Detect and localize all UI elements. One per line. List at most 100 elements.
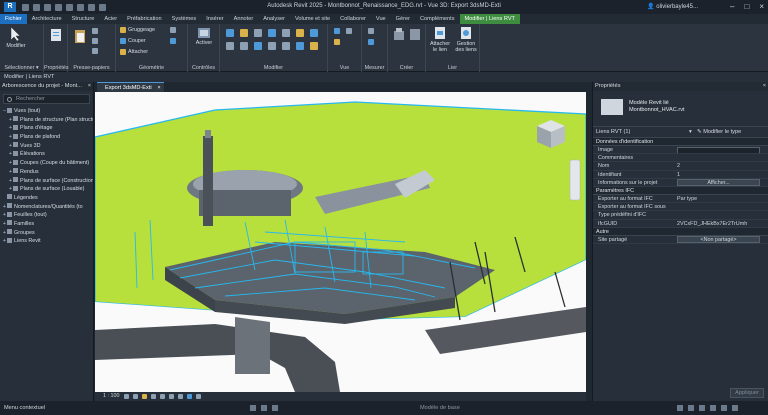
- activate-button[interactable]: Activer: [192, 27, 216, 46]
- copy-icon[interactable]: [296, 29, 304, 37]
- property-value[interactable]: <Non partagé>: [677, 236, 760, 243]
- tree-node[interactable]: + Coupes (Coupe du bâtiment): [2, 159, 93, 168]
- tree-node[interactable]: − Vues (tout): [2, 107, 93, 116]
- instance-filter[interactable]: Liens RVT (1): [596, 129, 630, 135]
- close-icon[interactable]: ×: [763, 82, 766, 91]
- move-icon[interactable]: [282, 29, 290, 37]
- unpin-icon[interactable]: [296, 42, 304, 50]
- crop-view-icon[interactable]: [168, 394, 174, 399]
- tab-12[interactable]: Gérer: [391, 14, 415, 24]
- close-icon[interactable]: ×: [88, 82, 91, 91]
- tree-node[interactable]: + Plans de structure (Plan structu: [2, 116, 93, 125]
- temporary-hide-icon[interactable]: [195, 394, 201, 399]
- tree-node[interactable]: + Familles: [2, 220, 93, 229]
- property-value[interactable]: Par type: [677, 195, 760, 202]
- geometry-extra-1[interactable]: [170, 27, 176, 33]
- tab-7[interactable]: Annoter: [229, 14, 259, 24]
- tab-14[interactable]: Modifier | Liens RVT: [459, 14, 520, 24]
- tree-node[interactable]: + Feuilles (tout): [2, 211, 93, 220]
- copy-button[interactable]: [92, 28, 98, 34]
- mirror-line-icon[interactable]: [268, 29, 276, 37]
- array-icon[interactable]: [254, 42, 262, 50]
- tab-10[interactable]: Collaborer: [335, 14, 371, 24]
- split-icon[interactable]: [240, 42, 248, 50]
- select-pinned-icon[interactable]: [699, 405, 705, 411]
- attach-link-button[interactable]: Attacher le lien: [428, 26, 452, 53]
- text-icon[interactable]: [88, 3, 95, 11]
- tab-13[interactable]: Compléments: [415, 14, 460, 24]
- visual-style-icon[interactable]: [132, 394, 138, 399]
- scale-icon[interactable]: [268, 42, 276, 50]
- geometry-extra-2[interactable]: [170, 38, 176, 44]
- tree-node[interactable]: + Élévations: [2, 150, 93, 159]
- select-by-face-icon[interactable]: [710, 405, 716, 411]
- active-model[interactable]: Modèle de base: [420, 401, 460, 415]
- tab-4[interactable]: Préfabrication: [122, 14, 167, 24]
- property-value[interactable]: [677, 146, 760, 154]
- properties-button[interactable]: [48, 28, 64, 43]
- 3d-viewport[interactable]: [95, 92, 586, 392]
- show-crop-icon[interactable]: [177, 394, 183, 399]
- tree-node[interactable]: Légendes: [2, 194, 93, 203]
- filter-icon[interactable]: [732, 405, 738, 411]
- tree-node[interactable]: + Groupes: [2, 229, 93, 238]
- paste-button[interactable]: [72, 28, 88, 45]
- drag-elements-icon[interactable]: [721, 405, 727, 411]
- manage-links-button[interactable]: Gestion des liens: [453, 26, 479, 53]
- property-value[interactable]: 1: [677, 171, 760, 178]
- tree-node[interactable]: + Rendus: [2, 168, 93, 177]
- tab-8[interactable]: Analyser: [258, 14, 290, 24]
- save-icon[interactable]: [33, 3, 40, 11]
- design-options-icon[interactable]: [261, 405, 267, 411]
- tab-6[interactable]: Insérer: [201, 14, 228, 24]
- tab-3[interactable]: Acier: [99, 14, 122, 24]
- view-3d-icon[interactable]: [99, 3, 106, 11]
- tab-1[interactable]: Architecture: [27, 14, 67, 24]
- create-group-button[interactable]: [408, 27, 422, 42]
- close-icon[interactable]: ×: [759, 2, 764, 11]
- tree-node[interactable]: + Liens Revit: [2, 237, 93, 246]
- pin-icon[interactable]: [282, 42, 290, 50]
- measure-button[interactable]: [368, 28, 374, 34]
- render-icon[interactable]: [159, 394, 165, 399]
- print-icon[interactable]: [66, 3, 73, 11]
- property-section-header[interactable]: Données d'identification: [593, 138, 768, 146]
- select-links-icon[interactable]: [677, 405, 683, 411]
- detail-level-icon[interactable]: [123, 394, 129, 399]
- hide-button[interactable]: [334, 28, 340, 34]
- undo-icon[interactable]: [44, 3, 51, 11]
- tab-0[interactable]: Fichier: [0, 14, 27, 24]
- view-cube[interactable]: [537, 120, 565, 148]
- isolate-button[interactable]: [334, 39, 340, 45]
- apply-button[interactable]: Appliquer: [730, 388, 764, 398]
- view-scale[interactable]: 1 : 100: [103, 392, 120, 401]
- worksets-icon[interactable]: [250, 405, 256, 411]
- tab-11[interactable]: Vue: [371, 14, 391, 24]
- trim-icon[interactable]: [226, 42, 234, 50]
- rotate-icon[interactable]: [310, 29, 318, 37]
- offset-icon[interactable]: [240, 29, 248, 37]
- browser-search-input[interactable]: Rechercher: [3, 94, 90, 104]
- tab-5[interactable]: Systèmes: [167, 14, 202, 24]
- tree-node[interactable]: + Plans de surface (Construction: [2, 177, 93, 186]
- dimension-button[interactable]: [368, 39, 374, 45]
- redo-icon[interactable]: [55, 3, 62, 11]
- cut-geometry-button[interactable]: Couper: [120, 38, 146, 44]
- cut-button[interactable]: [92, 38, 98, 44]
- mirror-axis-icon[interactable]: [254, 29, 262, 37]
- open-icon[interactable]: [22, 3, 29, 11]
- tab-2[interactable]: Structure: [67, 14, 100, 24]
- revit-logo[interactable]: R: [4, 2, 16, 12]
- navigation-bar[interactable]: [569, 159, 581, 201]
- type-selector[interactable]: Modèle Revit lié Montbonnot_HVAC.rvt: [593, 91, 768, 127]
- property-section-header[interactable]: Autre: [593, 227, 768, 236]
- tree-node[interactable]: + Plans d'étage: [2, 124, 93, 133]
- tree-node[interactable]: + Nomenclatures/Quantités (to: [2, 203, 93, 212]
- tab-9[interactable]: Volume et site: [290, 14, 335, 24]
- chevron-down-icon[interactable]: ▾: [689, 127, 692, 138]
- join-button[interactable]: Attacher: [120, 49, 148, 55]
- user-account[interactable]: 👤 olivierbayle45...: [647, 3, 698, 10]
- align-icon[interactable]: [226, 29, 234, 37]
- editable-only-icon[interactable]: [272, 405, 278, 411]
- create-part-button[interactable]: [392, 27, 406, 42]
